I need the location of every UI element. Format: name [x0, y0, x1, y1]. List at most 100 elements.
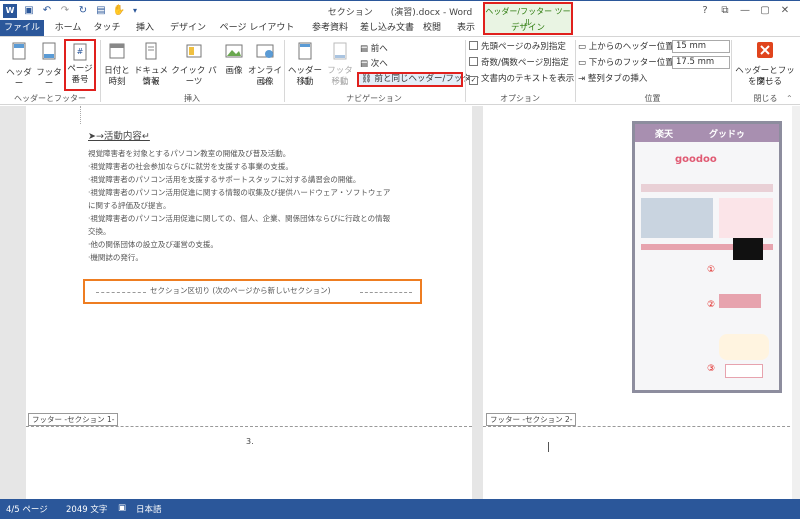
previous-button[interactable]: ▤ 前へ: [360, 43, 388, 55]
link-to-previous-label: 前と同じヘッダー/フッター: [374, 74, 480, 84]
insert-alignment-tab-button[interactable]: ⇥ 整列タブの挿入: [578, 73, 647, 85]
link-icon: ⛓: [361, 74, 375, 84]
tab-page-layout[interactable]: ページ レイアウト: [214, 20, 300, 37]
title-bar: W ▣ ↶ ↷ ↻ ▤ ✋ ▾ セクション (演習).docx - Word ?…: [0, 0, 800, 20]
screenshot-pink-button: [719, 294, 761, 308]
close-red-x-icon: [757, 42, 773, 58]
tab-insert[interactable]: 挿入: [130, 20, 160, 37]
tab-review[interactable]: 校閲: [418, 20, 446, 37]
footer-boundary: [26, 426, 472, 427]
close-header-footer-button[interactable]: ヘッダーとフッター を閉じる: [733, 42, 797, 90]
footer-button[interactable]: フッター: [35, 42, 63, 89]
show-document-text-checkbox[interactable]: ✓ 文書内のテキストを表示: [469, 73, 574, 85]
document-info-icon: [145, 42, 157, 60]
body-line: ·機関誌の発行。: [88, 253, 143, 262]
picture-label: 画像: [225, 66, 243, 76]
page-number-label-2: 番号: [71, 75, 89, 85]
header-position-text: 上からのヘッダー位置:: [588, 42, 677, 52]
tab-header-footer-design[interactable]: ヘッダー/フッター ツール デザイン: [483, 2, 573, 35]
previous-icon: ▤: [360, 44, 371, 54]
tab-design[interactable]: デザイン: [168, 20, 208, 37]
help-icon[interactable]: ?: [696, 3, 714, 19]
online-pictures-label-2: 画像: [256, 77, 274, 87]
picture-button[interactable]: 画像: [220, 42, 248, 86]
go-to-footer-label-2: 移動: [331, 77, 349, 87]
body-line: ·他の関係団体の設立及び運営の支援。: [88, 240, 218, 249]
body-line: 視覚障害者を対象とするパソコン教室の開催及び普及活動。: [88, 149, 291, 158]
screenshot-sidebar-box: [719, 198, 773, 238]
screenshot-white-button: [725, 364, 763, 378]
redo-icon[interactable]: ↷: [58, 4, 72, 18]
marker-3: ③: [707, 364, 716, 374]
print-preview-icon[interactable]: ▤: [94, 4, 108, 18]
word-count[interactable]: 2049 文字: [66, 503, 107, 515]
go-to-header-icon: [298, 42, 312, 60]
screenshot-dark-image: [733, 238, 763, 260]
touch-mode-icon[interactable]: ✋: [112, 4, 126, 18]
maximize-icon[interactable]: ▢: [756, 3, 774, 19]
date-time-button[interactable]: 日付と 時刻: [102, 42, 132, 87]
page-number-button[interactable]: # ページ 番号: [64, 39, 96, 91]
page-number-icon: #: [73, 43, 87, 61]
alignment-tab-icon: ⇥: [578, 74, 588, 84]
different-odd-even-checkbox[interactable]: 奇数/偶数ページ別指定: [469, 57, 569, 69]
previous-label: 前へ: [370, 44, 388, 54]
checkbox-box: [469, 57, 478, 66]
footer-position-input[interactable]: 17.5 mm: [672, 56, 730, 69]
tab-references[interactable]: 参考資料: [306, 20, 354, 37]
page-number-field: 3.: [246, 437, 254, 446]
context-tab-label: デザイン: [510, 23, 545, 33]
screenshot-logo: goodoo: [675, 154, 717, 165]
next-icon: ▤: [360, 59, 371, 69]
tab-touch[interactable]: タッチ: [90, 20, 124, 37]
quick-parts-button[interactable]: クイック パーツ: [170, 42, 218, 87]
tab-home[interactable]: ホーム: [50, 20, 86, 37]
embedded-screenshot[interactable]: 楽天 グッドゥ goodoo ① ② ③: [632, 121, 782, 393]
repeat-icon[interactable]: ↻: [76, 4, 90, 18]
section-break-label: セクション区切り (次のページから新しいセクション): [150, 286, 331, 295]
footer-icon: [42, 42, 56, 60]
group-label-position: 位置: [644, 94, 661, 103]
margin-guide: [80, 106, 81, 124]
go-to-footer-button[interactable]: フッターに 移動: [324, 42, 356, 87]
show-document-text-label: 文書内のテキストを表示: [481, 74, 575, 84]
footer-position-icon: ▭: [578, 58, 589, 68]
picture-icon: [225, 44, 243, 58]
section-break-dash-right: [360, 292, 412, 293]
minimize-icon[interactable]: —: [736, 3, 754, 19]
calendar-icon: [109, 43, 125, 59]
tab-file[interactable]: ファイル: [0, 20, 44, 37]
online-pictures-button[interactable]: オンライン 画像: [248, 42, 282, 87]
customize-qat-icon[interactable]: ▾: [128, 4, 142, 18]
section-break-dash-left: [96, 292, 146, 293]
go-to-header-button[interactable]: ヘッダーに 移動: [286, 42, 324, 87]
next-label: 次へ: [370, 59, 388, 69]
go-to-header-label-2: 移動: [296, 77, 314, 87]
proofing-icon[interactable]: ▣: [118, 503, 126, 513]
go-to-footer-icon: [333, 42, 347, 60]
quick-parts-icon: [186, 44, 202, 58]
document-info-button[interactable]: ドキュメント 情報: [132, 42, 170, 87]
header-button[interactable]: ヘッダー: [3, 42, 35, 89]
save-icon[interactable]: ▣: [22, 4, 36, 18]
vertical-scrollbar[interactable]: [792, 106, 800, 499]
close-label-2: を閉じる: [747, 77, 782, 87]
close-window-icon[interactable]: ✕: [776, 3, 794, 19]
body-line: ·視覚障害者のパソコン活用を支援するサポートスタッフに対する講習会の開催。: [88, 175, 361, 184]
link-to-previous-button[interactable]: ⛓ 前と同じヘッダー/フッター: [357, 72, 479, 87]
collapse-ribbon-icon[interactable]: ⌃: [786, 94, 793, 103]
online-pictures-icon: [256, 44, 274, 58]
body-line: に関する評価及び提言。: [88, 201, 171, 210]
tab-mailings[interactable]: 差し込み文書: [358, 20, 416, 37]
language[interactable]: 日本語: [136, 503, 162, 515]
header-position-input[interactable]: 15 mm: [672, 40, 730, 53]
different-first-page-checkbox[interactable]: 先頭ページのみ別指定: [469, 41, 566, 53]
text-cursor: [548, 442, 549, 452]
body-line: ·視覚障害者のパソコン活用促進に関する情報の収集及び提供ハードウェア・ソフトウェ…: [88, 188, 391, 197]
ribbon-display-icon[interactable]: ⧉: [716, 3, 734, 19]
tab-view[interactable]: 表示: [452, 20, 480, 37]
footer-label: フッター: [36, 68, 62, 89]
next-button[interactable]: ▤ 次へ: [360, 58, 388, 70]
undo-icon[interactable]: ↶: [40, 4, 54, 18]
page-count[interactable]: 4/5 ページ: [6, 503, 48, 515]
